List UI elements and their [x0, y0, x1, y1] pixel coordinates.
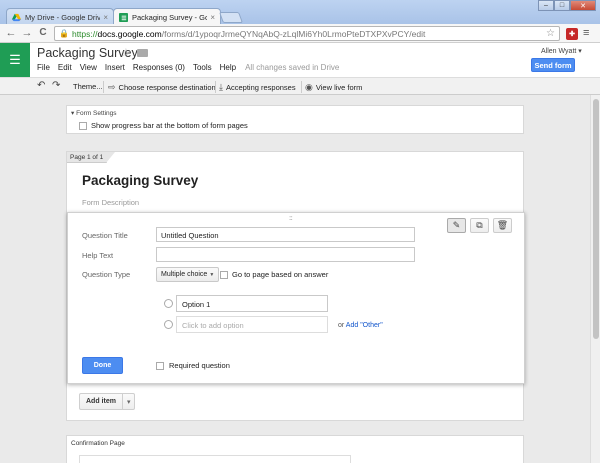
view-live-form-button[interactable]: ◉ View live form	[305, 82, 362, 93]
theme-button[interactable]: Theme...	[73, 82, 103, 91]
add-item-button[interactable]: Add item ▾	[79, 393, 136, 410]
lock-icon: 🔒	[59, 29, 69, 38]
back-button[interactable]: ←	[5, 27, 17, 39]
destination-icon: ⇨	[108, 82, 116, 92]
help-text-input[interactable]	[156, 247, 415, 262]
copy-icon[interactable]: ⧉	[470, 218, 489, 233]
forms-logo-icon[interactable]: ☰	[0, 43, 30, 77]
address-bar[interactable]: 🔒 https://docs.google.com/forms/d/1ypoqr…	[54, 26, 560, 41]
close-icon[interactable]: ×	[103, 13, 108, 22]
browser-toolbar: ← → C 🔒 https://docs.google.com/forms/d/…	[0, 24, 600, 43]
page-scrollbar[interactable]	[590, 95, 600, 463]
undo-icon[interactable]: ↶	[37, 80, 45, 91]
eye-icon: ◉	[305, 82, 313, 92]
done-button[interactable]: Done	[82, 357, 123, 374]
google-drive-icon	[12, 13, 21, 21]
reload-button[interactable]: C	[37, 27, 49, 39]
menu-insert[interactable]: Insert	[105, 63, 125, 72]
accepting-responses-button[interactable]: ⤓ Accepting responses	[219, 82, 296, 93]
tab-label: Packaging Survey - Goog	[132, 12, 208, 22]
tab-my-drive[interactable]: My Drive - Google Drive ×	[6, 8, 114, 25]
url-host: docs.google.com	[97, 28, 162, 39]
browser-titlebar: My Drive - Google Drive × Packaging Surv…	[0, 0, 600, 25]
redo-icon[interactable]: ↷	[52, 80, 60, 91]
chevron-down-icon[interactable]: ▾	[123, 394, 135, 409]
save-status: All changes saved in Drive	[245, 63, 340, 72]
trash-icon[interactable]: 🗑	[493, 218, 512, 233]
form-title[interactable]: Packaging Survey	[82, 173, 198, 188]
menu-tools[interactable]: Tools	[193, 63, 212, 72]
required-question-setting[interactable]: Required question	[156, 361, 230, 370]
option-input[interactable]: Option 1	[176, 295, 328, 312]
menu-view[interactable]: View	[80, 63, 97, 72]
bookmark-star-icon[interactable]: ☆	[546, 28, 555, 39]
required-label: Required question	[169, 361, 230, 370]
question-editor: :::: ✎ ⧉ 🗑 Question Title Untitled Quest…	[67, 212, 525, 384]
pencil-icon[interactable]: ✎	[447, 218, 466, 233]
question-title-input[interactable]: Untitled Question	[156, 227, 415, 242]
maximize-button[interactable]: □	[554, 0, 570, 11]
close-icon[interactable]: ×	[210, 13, 215, 22]
window-controls: – □ ✕	[538, 0, 596, 11]
extension-icon[interactable]: ✚	[566, 28, 578, 40]
scrollbar-thumb[interactable]	[593, 99, 599, 339]
star-icon[interactable]: ☆	[121, 46, 131, 59]
add-item-label[interactable]: Add item	[80, 394, 123, 409]
question-type-select[interactable]: Multiple choice ▼	[156, 267, 220, 282]
menu-responses[interactable]: Responses (0)	[133, 63, 185, 72]
question-tools: ✎ ⧉ 🗑	[443, 218, 512, 233]
add-option-input[interactable]: Click to add option	[176, 316, 328, 333]
menu-help[interactable]: Help	[220, 63, 236, 72]
add-option-radio	[164, 320, 173, 329]
form-settings-header[interactable]: ▾ Form Settings	[71, 109, 117, 117]
minimize-button[interactable]: –	[538, 0, 554, 11]
question-title-label: Question Title	[82, 231, 128, 240]
window-close-button[interactable]: ✕	[570, 0, 596, 11]
tab-label: My Drive - Google Drive	[25, 12, 101, 22]
form-settings-panel: ▾ Form Settings Show progress bar at the…	[66, 105, 524, 134]
help-text-label: Help Text	[82, 251, 114, 260]
url-path: /forms/d/1ypoqrJrmeQYNqAbQ-zLqlMi6Yh0Lrm…	[161, 28, 426, 39]
app-header: ☰ Packaging Survey ☆ File Edit View Inse…	[0, 43, 600, 77]
choose-destination-button[interactable]: ⇨ Choose response destination	[108, 82, 216, 93]
url-scheme: https://	[71, 28, 98, 39]
download-icon: ⤓	[219, 82, 223, 92]
progress-bar-checkbox[interactable]	[79, 121, 87, 130]
add-other-row: or Add "Other"	[338, 322, 383, 329]
confirmation-header: Confirmation Page	[71, 440, 125, 447]
chrome-menu-icon[interactable]: ≡	[583, 27, 589, 39]
question-type-label: Question Type	[82, 270, 131, 279]
go-to-page-setting[interactable]: Go to page based on answer	[220, 270, 328, 279]
tab-packaging-survey[interactable]: Packaging Survey - Goog ×	[113, 8, 221, 25]
drag-handle[interactable]: ::::	[289, 216, 293, 222]
confirmation-message-field[interactable]	[79, 455, 351, 463]
menu-bar: File Edit View Insert Responses (0) Tool…	[37, 63, 347, 72]
new-tab-button[interactable]	[218, 12, 244, 23]
progress-bar-label: Show progress bar at the bottom of form …	[91, 121, 248, 130]
option-radio	[164, 299, 173, 308]
confirmation-page-card: Confirmation Page	[66, 435, 524, 463]
progress-bar-setting[interactable]: Show progress bar at the bottom of form …	[79, 121, 248, 130]
form-toolbar: ↶ ↷ Theme... ⇨ Choose response destinatio…	[0, 77, 600, 95]
folder-icon[interactable]	[137, 49, 148, 57]
menu-file[interactable]: File	[37, 63, 50, 72]
go-to-page-checkbox[interactable]	[220, 270, 228, 279]
menu-edit[interactable]: Edit	[58, 63, 72, 72]
send-form-button[interactable]: Send form	[531, 58, 575, 72]
add-other-link[interactable]: Add "Other"	[346, 322, 383, 329]
form-description[interactable]: Form Description	[82, 198, 139, 207]
google-forms-icon	[119, 12, 128, 22]
user-name[interactable]: Allen Wyatt ▾	[541, 47, 582, 55]
required-checkbox[interactable]	[156, 361, 164, 370]
chevron-down-icon: ▼	[209, 272, 215, 278]
forward-button[interactable]: →	[21, 27, 33, 39]
go-to-page-label: Go to page based on answer	[232, 270, 329, 279]
page-tag: Page 1 of 1	[67, 152, 116, 163]
